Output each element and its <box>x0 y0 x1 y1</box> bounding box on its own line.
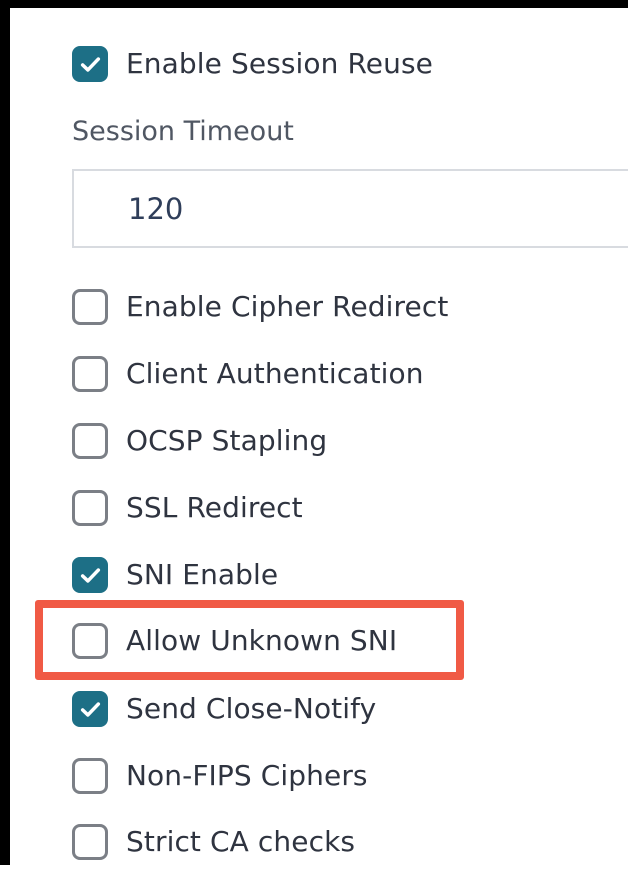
non-fips-ciphers-option[interactable]: Non-FIPS Ciphers <box>72 756 368 796</box>
checkmark-icon <box>80 56 100 72</box>
enable-cipher-redirect-option[interactable]: Enable Cipher Redirect <box>72 287 448 327</box>
ocsp-stapling-checkbox[interactable] <box>72 423 108 459</box>
enable-cipher-redirect-checkbox[interactable] <box>72 289 108 325</box>
session-timeout-label: Session Timeout <box>72 116 294 147</box>
enable-cipher-redirect-label: Enable Cipher Redirect <box>126 290 449 323</box>
ssl-redirect-label: SSL Redirect <box>126 491 303 524</box>
enable-session-reuse-checkbox[interactable] <box>72 46 108 82</box>
ssl-redirect-option[interactable]: SSL Redirect <box>72 488 303 528</box>
ocsp-stapling-option[interactable]: OCSP Stapling <box>72 421 327 461</box>
strict-ca-checks-checkbox[interactable] <box>72 824 108 860</box>
enable-session-reuse-label: Enable Session Reuse <box>126 47 433 80</box>
ssl-settings-panel: Enable Session Reuse Session Timeout 120… <box>0 0 628 865</box>
client-authentication-label: Client Authentication <box>126 357 424 390</box>
settings-content: Enable Session Reuse Session Timeout 120… <box>20 16 628 873</box>
allow-unknown-sni-option[interactable]: Allow Unknown SNI <box>72 621 397 661</box>
ocsp-stapling-label: OCSP Stapling <box>126 424 328 457</box>
session-timeout-value[interactable]: 120 <box>128 189 183 229</box>
session-timeout-input[interactable]: 120 <box>72 169 628 248</box>
non-fips-ciphers-label: Non-FIPS Ciphers <box>126 759 368 792</box>
send-close-notify-checkbox[interactable] <box>72 691 108 727</box>
sni-enable-checkbox[interactable] <box>72 557 108 593</box>
send-close-notify-option[interactable]: Send Close-Notify <box>72 689 376 729</box>
sni-enable-label: SNI Enable <box>126 558 279 591</box>
sni-enable-option[interactable]: SNI Enable <box>72 555 278 595</box>
allow-unknown-sni-label: Allow Unknown SNI <box>126 624 398 657</box>
non-fips-ciphers-checkbox[interactable] <box>72 758 108 794</box>
strict-ca-checks-option[interactable]: Strict CA checks <box>72 822 355 862</box>
checkmark-icon <box>80 567 100 583</box>
strict-ca-checks-label: Strict CA checks <box>126 825 356 858</box>
checkmark-icon <box>80 701 100 717</box>
ssl-redirect-checkbox[interactable] <box>72 490 108 526</box>
send-close-notify-label: Send Close-Notify <box>126 692 377 725</box>
enable-session-reuse-option[interactable]: Enable Session Reuse <box>72 44 433 84</box>
client-authentication-option[interactable]: Client Authentication <box>72 354 424 394</box>
client-authentication-checkbox[interactable] <box>72 356 108 392</box>
allow-unknown-sni-checkbox[interactable] <box>72 623 108 659</box>
